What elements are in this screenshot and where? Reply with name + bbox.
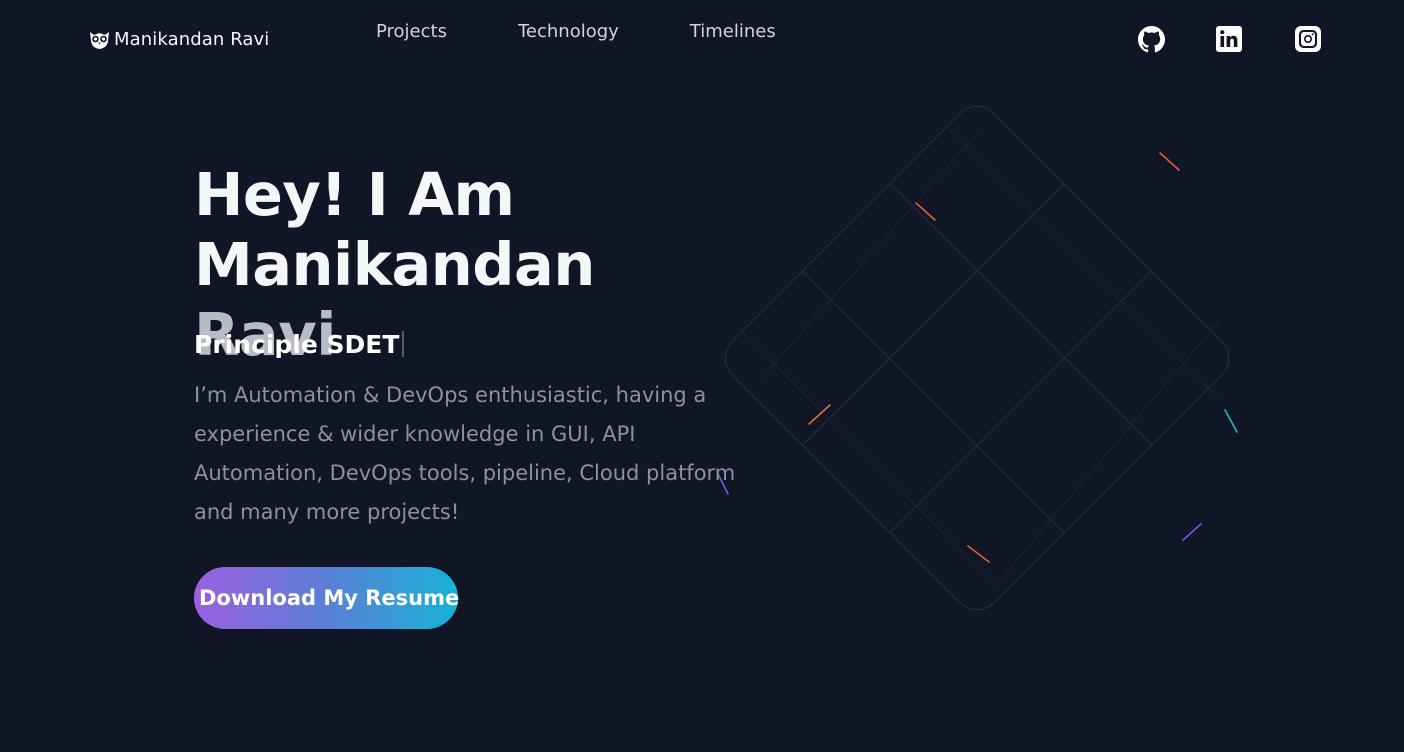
page: Manikandan Ravi Projects Technology Time… — [0, 0, 1404, 752]
github-icon[interactable] — [1137, 25, 1165, 53]
nav-link-timelines[interactable]: Timelines — [690, 20, 776, 44]
decorative-grid-graphic — [717, 105, 1238, 620]
navbar: Manikandan Ravi Projects Technology Time… — [0, 0, 1404, 76]
headline-line-1: Hey! I Am — [194, 160, 515, 229]
linkedin-icon[interactable] — [1215, 25, 1243, 53]
headline-name-first: Manikandan — [194, 230, 595, 299]
social-links — [1137, 25, 1322, 53]
nav-link-technology[interactable]: Technology — [518, 20, 619, 44]
typing-cursor — [402, 331, 405, 357]
nav-links: Projects Technology Timelines — [376, 20, 776, 44]
brand-link[interactable]: Manikandan Ravi — [88, 27, 269, 51]
download-resume-button[interactable]: Download My Resume — [194, 567, 459, 629]
brand-name: Manikandan Ravi — [114, 28, 270, 50]
role-text: Principle SDET — [194, 330, 400, 359]
hero-section: Hey! I Am Manikandan Ravi Principle SDET… — [194, 160, 754, 629]
instagram-icon[interactable] — [1294, 25, 1322, 53]
nav-link-projects[interactable]: Projects — [376, 20, 447, 44]
role-title: Principle SDET — [194, 330, 405, 359]
hero-description: I’m Automation & DevOps enthusiastic, ha… — [194, 383, 736, 524]
owl-icon — [88, 27, 111, 51]
